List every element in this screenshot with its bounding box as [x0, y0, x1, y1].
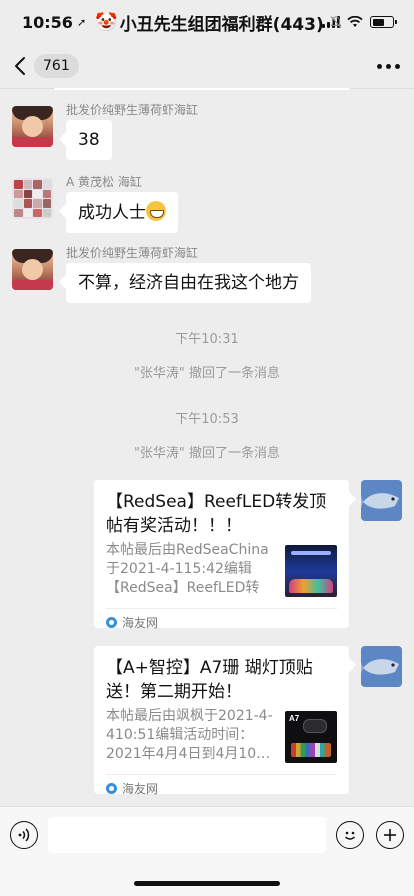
clown-emoji-icon: 🤡	[95, 11, 118, 33]
avatar[interactable]	[12, 249, 53, 290]
my-avatar[interactable]	[361, 646, 402, 687]
back-chevron-icon[interactable]	[14, 55, 28, 77]
sender-name-text: A 黄茂松 海缸	[66, 175, 142, 189]
message-text: 成功人士	[78, 203, 146, 223]
card-footer: 海友网	[106, 608, 337, 636]
card-thumbnail: A7	[285, 711, 337, 763]
home-indicator	[134, 881, 280, 886]
site-logo-icon	[106, 617, 117, 628]
group-name: 小丑先生组团福利群(443)	[119, 14, 324, 35]
card-source: 海友网	[122, 782, 159, 796]
voice-input-icon[interactable]	[10, 821, 38, 849]
recall-notice: "张华涛" 撤回了一条消息	[133, 366, 281, 381]
link-card[interactable]: 【A+智控】A7珊 瑚灯顶贴送！第二期开始！ 本帖最后由飒枫于2021-4-41…	[94, 646, 349, 796]
sender-name: 批发价纯野生薄荷虾海缸	[66, 246, 199, 260]
plus-icon[interactable]	[376, 821, 404, 849]
sender-name: 批发价纯野生薄荷虾海缸	[66, 103, 199, 117]
card-thumbnail	[285, 545, 337, 597]
sender-name: A 黄茂松 海缸	[66, 173, 142, 190]
more-options-icon[interactable]	[377, 56, 400, 76]
clock-text: 10:56	[22, 12, 73, 32]
message-bubble[interactable]: 38	[66, 120, 112, 160]
battery-icon	[370, 16, 397, 28]
unread-count-badge[interactable]: 761	[34, 54, 79, 78]
timestamp: 下午10:53	[175, 412, 239, 427]
chat-header: 761	[0, 44, 414, 88]
site-logo-icon	[106, 783, 117, 794]
status-time: 10:56 ➚	[22, 13, 86, 32]
message-input[interactable]	[48, 817, 326, 853]
card-description: 本帖最后由飒枫于2021-4-410:51编辑活动时间：2021年4月4日到4月…	[106, 708, 273, 762]
grinning-face-emoji-icon	[146, 201, 166, 221]
card-title: 【RedSea】ReefLED转发顶帖有奖活动！！！	[106, 492, 327, 536]
previous-message-edge	[54, 88, 350, 90]
link-card[interactable]: 【RedSea】ReefLED转发顶帖有奖活动！！！ 本帖最后由RedSeaCh…	[94, 480, 349, 630]
card-source: 海友网	[122, 616, 159, 630]
my-avatar[interactable]	[361, 480, 402, 521]
avatar[interactable]	[12, 106, 53, 147]
timestamp: 下午10:31	[175, 332, 239, 347]
message-bubble[interactable]: 不算，经济自由在我这个地方	[66, 263, 311, 303]
card-footer: 海友网	[106, 774, 337, 802]
avatar[interactable]	[12, 178, 53, 219]
emoji-icon[interactable]	[336, 821, 364, 849]
location-arrow-icon: ➚	[76, 15, 87, 29]
message-bubble[interactable]: 成功人士	[66, 192, 178, 233]
wifi-icon	[347, 16, 363, 27]
card-description: 本帖最后由RedSeaChina于2021-4-115:42编辑【RedSea】…	[106, 542, 269, 596]
chat-title: 🤡 小丑先生组团福利群(443)	[94, 0, 344, 44]
card-title: 【A+智控】A7珊 瑚灯顶贴送！第二期开始！	[106, 658, 313, 702]
recall-notice: "张华涛" 撤回了一条消息	[133, 446, 281, 461]
thumbnail-label: A7	[289, 714, 300, 723]
muted-bell-icon	[330, 16, 342, 28]
